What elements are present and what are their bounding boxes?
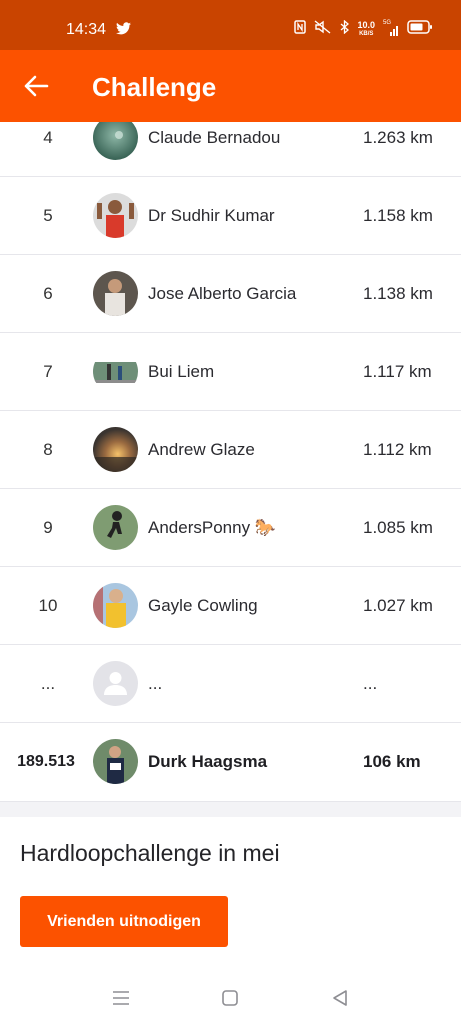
twitter-icon xyxy=(116,22,131,40)
app-bar: Challenge xyxy=(0,50,461,122)
rank: 5 xyxy=(43,206,53,225)
athlete-name: Andrew Glaze xyxy=(148,440,255,459)
rank: 6 xyxy=(43,284,53,303)
distance: 1.117 km xyxy=(363,362,432,381)
rank: 8 xyxy=(43,440,53,459)
rank: ... xyxy=(40,674,56,693)
rank: 189.513 xyxy=(17,753,75,770)
distance: 1.112 km xyxy=(363,440,432,459)
bluetooth-icon xyxy=(340,19,350,39)
avatar xyxy=(93,427,138,472)
battery-icon xyxy=(407,20,433,39)
net-speed-unit: KB/S xyxy=(359,30,374,37)
leaderboard-row[interactable]: 7 Bui Liem 1.117 km xyxy=(0,333,461,411)
status-icons: 10.0 KB/S 5G xyxy=(294,20,433,39)
nfc-icon xyxy=(294,20,307,39)
invite-friends-button[interactable]: Vrienden uitnodigen xyxy=(20,896,228,947)
distance: 1.158 km xyxy=(363,206,433,225)
leaderboard-row[interactable]: 8 Andrew Glaze 1.112 km xyxy=(0,411,461,489)
avatar xyxy=(93,583,138,628)
distance: 106 km xyxy=(363,752,421,771)
avatar xyxy=(93,505,138,550)
avatar xyxy=(93,739,138,784)
rank: 10 xyxy=(38,596,58,615)
challenge-title: Hardloopchallenge in mei xyxy=(20,840,280,866)
leaderboard-row: ... ... ... xyxy=(0,645,461,723)
athlete-name: Gayle Cowling xyxy=(148,596,258,615)
athlete-name: Jose Alberto Garcia xyxy=(148,284,297,303)
home-icon[interactable] xyxy=(218,986,242,1010)
distance: ... xyxy=(363,674,378,693)
athlete-name: Dr Sudhir Kumar xyxy=(148,206,275,225)
net-speed-value: 10.0 xyxy=(357,19,375,30)
mute-icon xyxy=(314,20,332,39)
signal-icon: 5G xyxy=(383,20,399,37)
rank: 9 xyxy=(43,518,53,537)
network-speed: 10.0 KB/S xyxy=(357,19,375,39)
leaderboard-row[interactable]: 9 AndersPonny 🐎 1.085 km xyxy=(0,489,461,567)
system-nav-bar xyxy=(0,972,461,1024)
avatar xyxy=(93,349,138,394)
distance: 1.027 km xyxy=(363,596,433,615)
status-time: 14:34 xyxy=(66,21,107,38)
section-divider xyxy=(0,801,461,817)
back-triangle-icon[interactable] xyxy=(328,986,352,1010)
leaderboard-row[interactable]: 5 Dr Sudhir Kumar 1.158 km xyxy=(0,177,461,255)
status-bar: 14:34 10.0 KB/S 5G xyxy=(0,0,461,50)
page-title: Challenge xyxy=(92,72,217,102)
athlete-name: AndersPonny 🐎 xyxy=(148,518,276,537)
distance: 1.138 km xyxy=(363,284,433,303)
avatar xyxy=(93,271,138,316)
athlete-name: ... xyxy=(148,674,163,693)
menu-icon[interactable] xyxy=(109,986,133,1010)
leaderboard-row[interactable]: 10 Gayle Cowling 1.027 km xyxy=(0,567,461,645)
current-user-row[interactable]: 189.513 Durk Haagsma 106 km xyxy=(0,723,461,801)
leaderboard-list: 4 Claude Bernadou 1.263 km 5 Dr Sudhir K… xyxy=(0,99,461,801)
distance: 1.085 km xyxy=(363,518,433,537)
athlete-name: Durk Haagsma xyxy=(148,752,268,771)
avatar-placeholder-icon xyxy=(93,661,138,706)
leaderboard-row[interactable]: 6 Jose Alberto Garcia 1.138 km xyxy=(0,255,461,333)
athlete-name: Bui Liem xyxy=(148,362,215,381)
avatar xyxy=(93,193,138,238)
rank: 7 xyxy=(43,362,53,381)
back-arrow-icon[interactable] xyxy=(22,74,50,98)
